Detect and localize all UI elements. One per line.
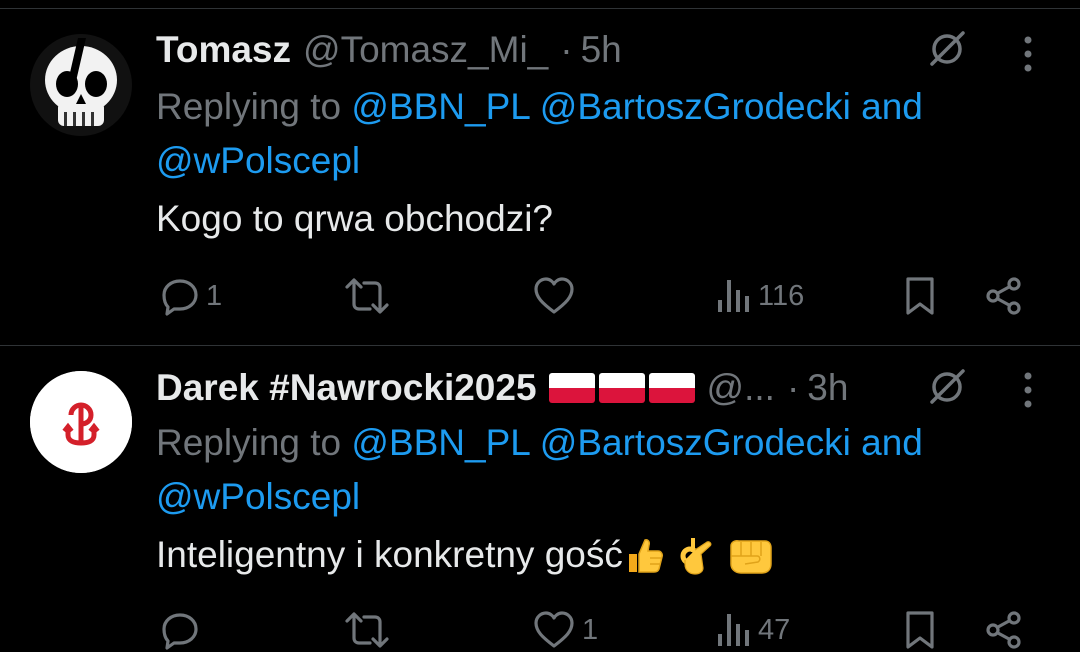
views-icon [718,614,749,646]
kotwica-icon [30,371,132,473]
grok-button[interactable] [926,28,968,70]
mention-and[interactable]: and [861,86,923,127]
like-icon [534,611,574,648]
like-icon [534,277,574,314]
bookmark-icon [906,277,934,315]
grok-icon [930,31,965,66]
replying-prefix: Replying to [156,422,342,463]
avatar[interactable] [30,371,132,473]
bookmark-icon [906,611,934,649]
tweet-1[interactable]: Tomasz @Tomasz_Mi_ · 5h Replying to @BBN… [0,0,1080,345]
flags [548,373,695,403]
author-handle[interactable]: @... [707,367,775,409]
timestamp[interactable]: 3h [807,367,848,409]
like-button[interactable] [532,276,576,316]
separator-dot: · [560,29,573,70]
mention-link[interactable]: @BartoszGrodecki [540,422,851,463]
tweet-header: Darek #Nawrocki2025 @... · 3h [156,366,848,410]
more-button[interactable] [1018,34,1038,74]
like-count: 1 [582,613,599,646]
avatar[interactable] [30,34,132,136]
tweet-text: Kogo to qrwa obchodzi? [156,198,553,239]
mention-and[interactable]: and [861,422,923,463]
author-name[interactable]: Darek #Nawrocki2025 [156,367,537,409]
mention-link[interactable]: @wPolscepl [156,476,360,517]
more-icon [1024,36,1032,72]
share-button[interactable] [984,610,1024,650]
like-button[interactable]: 1 [532,610,598,650]
reply-count: 1 [206,279,223,312]
fist-emoji [730,540,772,574]
views-button[interactable]: 47 [716,610,790,650]
thumbs-up-emoji [628,539,663,573]
share-icon [986,611,1021,649]
reply-icon [162,613,198,650]
repost-icon [345,612,389,648]
reply-button[interactable]: 1 [160,276,222,316]
mention-link[interactable]: @BBN_PL [351,86,529,127]
author-handle[interactable]: @Tomasz_Mi_ [303,29,548,71]
skull-icon [30,34,132,136]
grok-icon [930,369,965,404]
bookmark-button[interactable] [904,276,936,316]
views-icon [718,280,749,312]
repost-button[interactable] [344,610,390,650]
replying-to: Replying to @BBN_PL @BartoszGrodecki and… [156,416,1016,524]
more-button[interactable] [1018,370,1038,410]
share-icon [986,277,1021,315]
bookmark-button[interactable] [904,610,936,650]
reply-button[interactable] [160,610,206,650]
author-name[interactable]: Tomasz [156,29,291,71]
timestamp[interactable]: 5h [581,29,622,71]
mention-link[interactable]: @wPolscepl [156,140,360,181]
separator-dot: · [786,367,800,408]
grok-button[interactable] [926,366,968,408]
repost-button[interactable] [344,276,390,316]
tweet-2[interactable]: Darek #Nawrocki2025 @... · 3h Replying t… [0,346,1080,652]
tweet-header: Tomasz @Tomasz_Mi_ · 5h [156,28,622,72]
views-count: 116 [758,279,805,312]
reply-icon [162,279,198,316]
views-button[interactable]: 116 [716,276,804,316]
ok-hand-emoji [680,538,712,575]
share-button[interactable] [984,276,1024,316]
tweet-text: Inteligentny i konkretny gość [156,534,623,575]
more-icon [1024,372,1032,408]
replying-to: Replying to @BBN_PL @BartoszGrodecki and… [156,80,1016,188]
mention-link[interactable]: @BBN_PL [351,422,529,463]
replying-prefix: Replying to [156,86,342,127]
poland-flag-icon [548,373,595,403]
mention-link[interactable]: @BartoszGrodecki [540,86,851,127]
poland-flag-icon [648,373,695,403]
poland-flag-icon [598,373,645,403]
views-count: 47 [758,613,791,646]
tweet-text-row: Inteligentny i konkretny gość [156,534,773,576]
repost-icon [345,278,389,314]
